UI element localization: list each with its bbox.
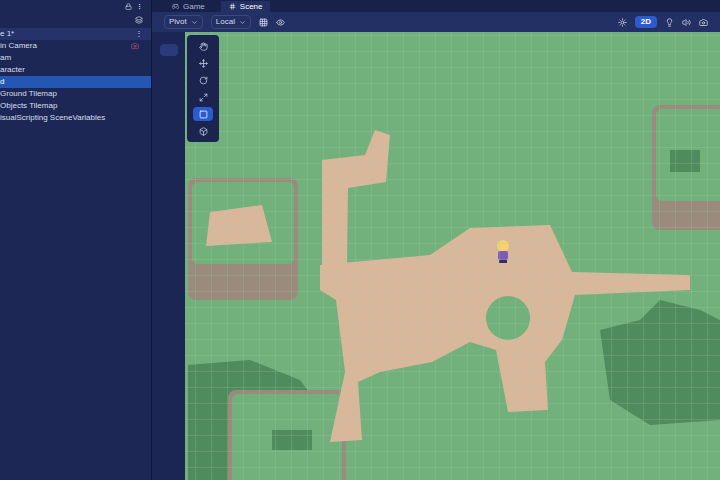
panel-tab[interactable]: Game: [164, 1, 213, 12]
tab-icon: [229, 3, 236, 10]
hierarchy-item[interactable]: Objects Tilemap: [0, 100, 151, 112]
lighting-icon[interactable]: [665, 18, 674, 27]
tool-button[interactable]: [193, 107, 213, 121]
scene-view[interactable]: [185, 32, 720, 480]
hierarchy-item[interactable]: in Camera: [0, 40, 151, 52]
scale-tool-icon: [199, 93, 208, 102]
hierarchy-item[interactable]: isualScripting SceneVariables: [0, 112, 151, 124]
scene-toolbar: Pivot Local 2D: [152, 12, 720, 32]
more-icon[interactable]: [136, 3, 143, 10]
hierarchy-item-label: d: [0, 76, 4, 88]
tab-icon: [172, 3, 179, 10]
scene-gutter: [152, 32, 185, 480]
scene-row[interactable]: e 1* ⋮: [0, 28, 151, 40]
scene-label: e 1*: [0, 28, 14, 40]
space-dropdown[interactable]: Local: [211, 15, 251, 29]
hierarchy-item[interactable]: am: [0, 52, 151, 64]
tool-palette: [187, 35, 219, 142]
rect-tool-icon: [199, 110, 208, 119]
tool-button[interactable]: [193, 56, 213, 70]
hierarchy-item[interactable]: d: [0, 76, 151, 88]
visibility-icon[interactable]: [276, 18, 285, 27]
overlay-toggle[interactable]: [160, 44, 178, 56]
hierarchy-item[interactable]: Ground Tilemap: [0, 88, 151, 100]
scene-body: [152, 32, 720, 480]
layers-icon[interactable]: [135, 16, 143, 24]
chevron-icon: [191, 19, 198, 26]
panel-tab[interactable]: Scene: [221, 1, 271, 12]
mode-2d-button[interactable]: 2D: [635, 16, 657, 28]
grid-icon[interactable]: [259, 18, 268, 27]
hierarchy-item-label: am: [0, 52, 11, 64]
transform-tool-icon: [199, 127, 208, 136]
hierarchy-toolbar: [0, 12, 151, 28]
tool-button[interactable]: [193, 39, 213, 53]
tilemap-canvas[interactable]: [185, 32, 720, 480]
hierarchy-item-label: in Camera: [0, 40, 37, 52]
hierarchy-item-label: isualScripting SceneVariables: [0, 112, 105, 124]
camera-icon[interactable]: [699, 18, 708, 27]
tool-button[interactable]: [193, 90, 213, 104]
hierarchy-item-label: Ground Tilemap: [0, 88, 57, 100]
tab-bar: Game Scene: [152, 0, 720, 12]
unity-editor: e 1* ⋮ in CameraamaracterdGround TilemapOb…: [0, 0, 720, 480]
pivot-dropdown[interactable]: Pivot: [164, 15, 203, 29]
camera-icon: [131, 42, 139, 50]
chevron-icon: [239, 19, 246, 26]
lock-icon[interactable]: [125, 3, 132, 10]
hierarchy-item[interactable]: aracter: [0, 64, 151, 76]
tool-button[interactable]: [193, 73, 213, 87]
scene-menu[interactable]: ⋮: [135, 28, 143, 40]
audio-icon[interactable]: [682, 18, 691, 27]
rotate-tool-icon: [199, 76, 208, 85]
hierarchy-header: [0, 0, 151, 12]
view-tool-icon: [199, 42, 208, 51]
scene-panel: Game Scene Pivot Local 2D: [152, 0, 720, 480]
hierarchy-item-label: aracter: [0, 64, 25, 76]
render-mode-icon[interactable]: [618, 18, 627, 27]
move-tool-icon: [199, 59, 208, 68]
hierarchy-panel: e 1* ⋮ in CameraamaracterdGround TilemapOb…: [0, 0, 152, 480]
tool-button[interactable]: [193, 124, 213, 138]
hierarchy-item-label: Objects Tilemap: [0, 100, 57, 112]
